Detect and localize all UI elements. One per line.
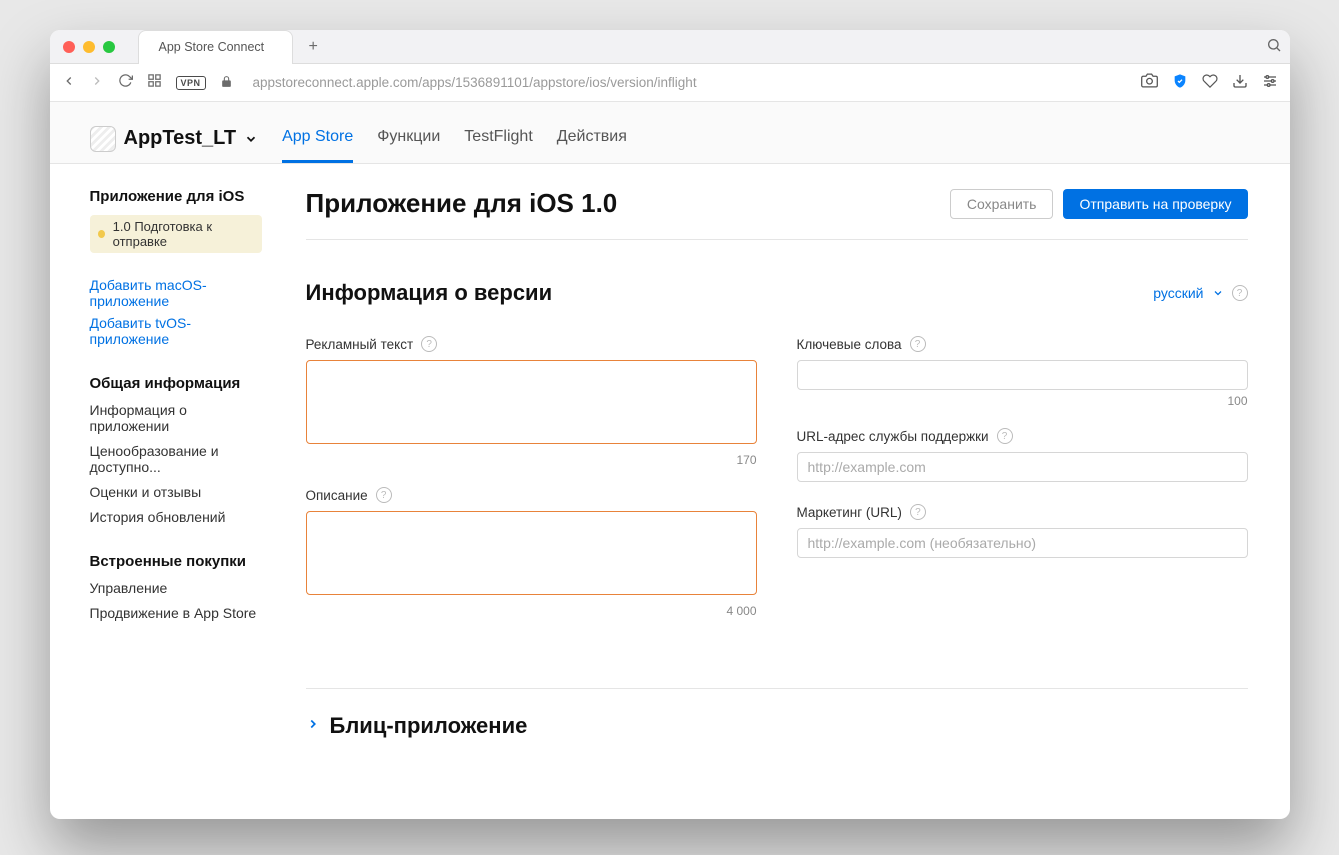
browser-tab-title: App Store Connect	[159, 40, 265, 54]
help-icon[interactable]: ?	[910, 336, 926, 352]
language-selector[interactable]: русский	[1153, 285, 1223, 301]
help-icon[interactable]: ?	[997, 428, 1013, 444]
sidebar-item-app-info[interactable]: Информация о приложении	[90, 402, 262, 434]
close-window-button[interactable]	[63, 41, 75, 53]
keywords-label: Ключевые слова	[797, 337, 902, 352]
app-name-label: AppTest_LT	[124, 127, 237, 150]
keywords-input[interactable]	[797, 360, 1248, 390]
section-version-info: Информация о версии	[306, 280, 1154, 306]
shield-check-icon[interactable]	[1172, 73, 1188, 93]
marketing-url-input[interactable]	[797, 528, 1248, 558]
submit-button[interactable]: Отправить на проверку	[1063, 189, 1247, 219]
tab-features[interactable]: Функции	[377, 114, 440, 163]
reload-button[interactable]	[118, 73, 133, 92]
app-clip-title: Блиц-приложение	[330, 713, 528, 739]
sidebar-item-promote[interactable]: Продвижение в App Store	[90, 605, 262, 621]
description-input[interactable]	[306, 511, 757, 595]
browser-tab[interactable]: App Store Connect	[138, 30, 294, 64]
app-clip-collapse[interactable]: Блиц-приложение	[306, 713, 1248, 739]
add-tvos-link[interactable]: Добавить tvOS-приложение	[90, 315, 262, 347]
sidebar-item-ratings[interactable]: Оценки и отзывы	[90, 484, 262, 500]
save-button[interactable]: Сохранить	[950, 189, 1054, 219]
sidebar-item-pricing[interactable]: Ценообразование и доступно...	[90, 443, 262, 475]
tab-app-store[interactable]: App Store	[282, 114, 353, 163]
extensions-icon[interactable]	[147, 73, 162, 92]
help-icon[interactable]: ?	[910, 504, 926, 520]
lock-icon	[220, 75, 233, 91]
sidebar-item-history[interactable]: История обновлений	[90, 509, 262, 525]
tab-activity[interactable]: Действия	[557, 114, 627, 163]
download-icon[interactable]	[1232, 73, 1248, 93]
page-title: Приложение для iOS 1.0	[306, 188, 950, 219]
nav-forward-button[interactable]	[90, 74, 104, 92]
vpn-badge[interactable]: VPN	[176, 76, 206, 90]
version-status-label: 1.0 Подготовка к отправке	[113, 219, 254, 249]
app-switcher[interactable]: AppTest_LT	[90, 126, 259, 152]
promo-counter: 170	[306, 453, 757, 467]
sidebar-general-heading: Общая информация	[90, 375, 262, 392]
app-icon-placeholder	[90, 126, 116, 152]
support-url-label: URL-адрес службы поддержки	[797, 429, 989, 444]
camera-icon[interactable]	[1141, 72, 1158, 93]
marketing-url-label: Маркетинг (URL)	[797, 505, 902, 520]
address-bar[interactable]: appstoreconnect.apple.com/apps/153689110…	[253, 75, 1127, 90]
chevron-down-icon	[1212, 287, 1224, 299]
settings-menu-icon[interactable]	[1262, 73, 1278, 93]
minimize-window-button[interactable]	[83, 41, 95, 53]
sidebar-iap-heading: Встроенные покупки	[90, 553, 262, 570]
chevron-right-icon	[306, 717, 320, 736]
add-macos-link[interactable]: Добавить macOS-приложение	[90, 277, 262, 309]
keywords-counter: 100	[797, 394, 1248, 408]
sidebar-item-manage[interactable]: Управление	[90, 580, 262, 596]
help-icon[interactable]: ?	[1232, 285, 1248, 301]
language-label: русский	[1153, 285, 1203, 301]
version-status-item[interactable]: 1.0 Подготовка к отправке	[90, 215, 262, 253]
nav-back-button[interactable]	[62, 74, 76, 92]
status-dot-icon	[98, 230, 105, 238]
desc-label: Описание	[306, 488, 368, 503]
promo-label: Рекламный текст	[306, 337, 414, 352]
promo-text-input[interactable]	[306, 360, 757, 444]
help-icon[interactable]: ?	[376, 487, 392, 503]
new-tab-button[interactable]: +	[299, 33, 327, 61]
support-url-input[interactable]	[797, 452, 1248, 482]
tab-testflight[interactable]: TestFlight	[464, 114, 532, 163]
chevron-down-icon	[244, 132, 258, 146]
search-icon[interactable]	[1258, 37, 1290, 56]
zoom-window-button[interactable]	[103, 41, 115, 53]
sidebar-ios-heading: Приложение для iOS	[90, 188, 262, 205]
help-icon[interactable]: ?	[421, 336, 437, 352]
desc-counter: 4 000	[306, 604, 757, 618]
heart-icon[interactable]	[1202, 73, 1218, 93]
